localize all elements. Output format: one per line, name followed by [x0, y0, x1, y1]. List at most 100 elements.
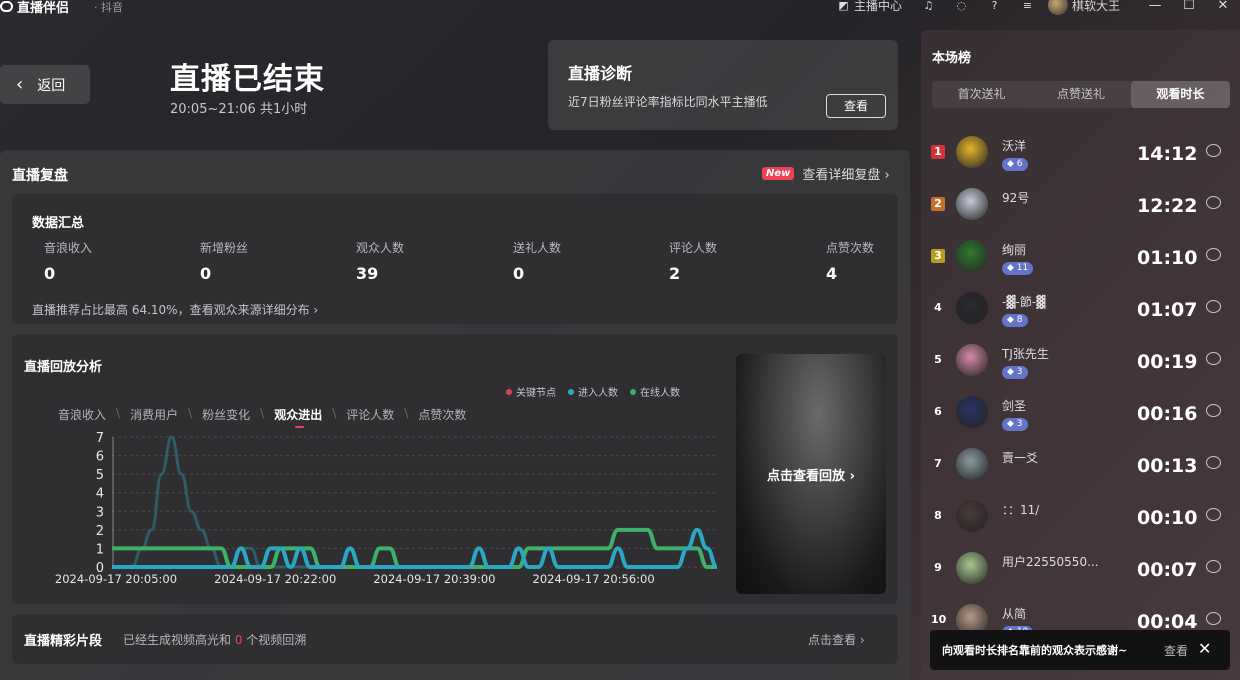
detailed-review-link[interactable]: New 查看详细复盘 ›	[762, 164, 890, 183]
help-icon[interactable]: ?	[988, 0, 1001, 12]
ranking-row[interactable]: 2 92号 12:22	[921, 176, 1240, 228]
ranking-row[interactable]: 3 绚丽 ◆ 11 01:10	[921, 228, 1240, 280]
chat-bubble-icon[interactable]	[1206, 560, 1221, 573]
chat-bubble-icon[interactable]	[1206, 144, 1221, 157]
message-icon[interactable]: ◌	[955, 0, 968, 12]
avatar[interactable]	[956, 500, 988, 532]
chat-bubble-icon[interactable]	[1206, 196, 1221, 209]
user-profile[interactable]: 棋软大王	[1047, 0, 1120, 15]
maximize-icon[interactable]: ☐	[1172, 0, 1206, 13]
toast-text: 向观看时长排名靠前的观众表示感谢~	[942, 644, 1128, 657]
tab-fans[interactable]: 粉丝变化	[202, 406, 250, 423]
x-tick-label: 2024-09-17 20:56:00	[533, 572, 655, 586]
toast-view-button[interactable]: 查看	[1164, 642, 1188, 659]
tab-comments[interactable]: 评论人数	[346, 406, 394, 423]
title-bar: 直播伴侣 · 抖音 ◩ 主播中心 ♫ ◌ ? ≡ 棋软大王 — ☐ ✕	[0, 0, 1240, 16]
rank-number: 4	[934, 301, 942, 314]
chart-legend: 关键节点 进入人数 在线人数	[506, 384, 680, 399]
diagnosis-view-button[interactable]: 查看	[826, 94, 886, 118]
ranking-row[interactable]: 5 TJ张先生 ◆ 3 00:19	[921, 332, 1240, 384]
tab-income[interactable]: 音浪收入	[58, 406, 106, 423]
stat-new-fans[interactable]: 新增粉丝 0	[200, 239, 320, 283]
ranking-row[interactable]: 4 -▓-節-▓ ◆ 8 01:07	[921, 280, 1240, 332]
rank-number: 7	[934, 457, 942, 470]
diagnosis-card: 直播诊断 近7日粉丝评论率指标比同水平主播低 查看	[548, 40, 898, 130]
ranking-row[interactable]: 7 賣一爻 00:13	[921, 436, 1240, 488]
tab-first-gift[interactable]: 首次送礼	[932, 81, 1031, 108]
chat-bubble-icon[interactable]	[1206, 456, 1221, 469]
chart-tabs: 音浪收入 \ 消费用户 \ 粉丝变化 \ 观众进出 \ 评论人数 \ 点赞次数	[58, 406, 467, 428]
stat-label: 音浪收入	[44, 241, 93, 255]
replay-video-thumbnail[interactable]: 点击查看回放 ›	[736, 354, 886, 594]
avatar[interactable]	[956, 396, 988, 428]
tab-likes[interactable]: 点赞次数	[418, 406, 466, 423]
stat-commenters[interactable]: 评论人数 2	[669, 239, 789, 283]
live-duration: 20:05~21:06 共1小时	[170, 102, 308, 117]
x-tick-label: 2024-09-17 20:05:00	[55, 572, 177, 586]
viewer-name: 剑圣	[1002, 399, 1027, 413]
diagnosis-desc: 近7日粉丝评论率指标比同水平主播低	[568, 95, 768, 109]
avatar[interactable]	[956, 344, 988, 376]
rank-number: 10	[931, 613, 947, 626]
x-tick-label: 2024-09-17 20:39:00	[373, 572, 495, 586]
audience-source-link[interactable]: 直播推荐占比最高 64.10%，查看观众来源详细分布 ›	[32, 301, 318, 318]
tab-consumers[interactable]: 消费用户	[130, 406, 178, 423]
rank-number: 6	[934, 405, 942, 418]
stat-value: 0	[513, 264, 525, 283]
stats-title: 数据汇总	[32, 216, 85, 231]
close-window-icon[interactable]: ✕	[1206, 0, 1240, 13]
avatar[interactable]	[956, 552, 988, 584]
app-logo-icon	[0, 1, 13, 12]
user-avatar	[1047, 0, 1068, 15]
stat-value: 0	[44, 264, 56, 283]
close-icon[interactable]: ✕	[1198, 639, 1211, 658]
chat-bubble-icon[interactable]	[1206, 352, 1221, 365]
tab-like-gift[interactable]: 点赞送礼	[1031, 81, 1130, 108]
stat-gifters[interactable]: 送礼人数 0	[513, 239, 633, 283]
tab-watch-time[interactable]: 观看时长	[1130, 81, 1230, 108]
back-button[interactable]: ‹ 返回	[0, 65, 90, 104]
avatar[interactable]	[956, 292, 988, 324]
x-tick-label: 2024-09-17 20:22:00	[214, 572, 336, 586]
chat-bubble-icon[interactable]	[1206, 612, 1221, 625]
legend-enter: 进入人数	[568, 384, 618, 399]
avatar[interactable]	[956, 188, 988, 220]
stat-income[interactable]: 音浪收入 0	[44, 239, 164, 283]
ranking-row[interactable]: 1 沃洋 ◆ 6 14:12	[921, 124, 1240, 176]
fan-level-badge: ◆ 8	[1002, 314, 1028, 327]
chat-bubble-icon[interactable]	[1206, 404, 1221, 417]
chat-bubble-icon[interactable]	[1206, 508, 1221, 521]
stat-label: 送礼人数	[513, 241, 562, 255]
avatar[interactable]	[956, 448, 988, 480]
highlight-clips-card: 直播精彩片段 已经生成视频高光和 0 个视频回溯 点击查看 ›	[12, 614, 898, 664]
audience-chart[interactable]: 012345672024-09-17 20:05:00 2024-09-17 20…	[12, 424, 722, 594]
ranking-row[interactable]: 6 剑圣 ◆ 3 00:16	[921, 384, 1240, 436]
avatar[interactable]	[956, 136, 988, 168]
viewer-name: TJ张先生	[1002, 347, 1049, 361]
stat-label: 新增粉丝	[200, 241, 249, 255]
stat-viewers[interactable]: 观众人数 39	[356, 239, 476, 283]
viewer-name: ：：11/	[1002, 503, 1040, 517]
chat-bubble-icon[interactable]	[1206, 248, 1221, 261]
clips-view-link[interactable]: 点击查看 ›	[808, 631, 865, 648]
viewer-name: 賣一爻	[1002, 451, 1039, 465]
ranking-row[interactable]: 9 用户22550550... 00:07	[921, 540, 1240, 592]
legend-key-node: 关键节点	[506, 384, 556, 399]
watch-time: 01:07	[1137, 299, 1198, 321]
anchor-center-link[interactable]: ◩ 主播中心	[837, 0, 902, 14]
watch-time: 14:12	[1137, 143, 1198, 165]
back-label: 返回	[37, 77, 66, 94]
avatar[interactable]	[956, 240, 988, 272]
headset-icon[interactable]: ♫	[922, 0, 935, 12]
watch-time: 00:19	[1137, 351, 1198, 373]
replay-label: 点击查看回放 ›	[767, 468, 855, 484]
menu-icon[interactable]: ≡	[1021, 0, 1034, 12]
tab-audience-flow[interactable]: 观众进出	[274, 406, 322, 428]
minimize-icon[interactable]: —	[1138, 0, 1172, 13]
y-tick-label: 5	[96, 468, 104, 483]
clips-desc: 已经生成视频高光和 0 个视频回溯	[123, 633, 307, 647]
chat-bubble-icon[interactable]	[1206, 300, 1221, 313]
ranking-row[interactable]: 8 ：：11/00:10	[921, 488, 1240, 540]
review-title: 直播复盘	[12, 168, 68, 184]
watch-time: 12:22	[1137, 195, 1198, 217]
